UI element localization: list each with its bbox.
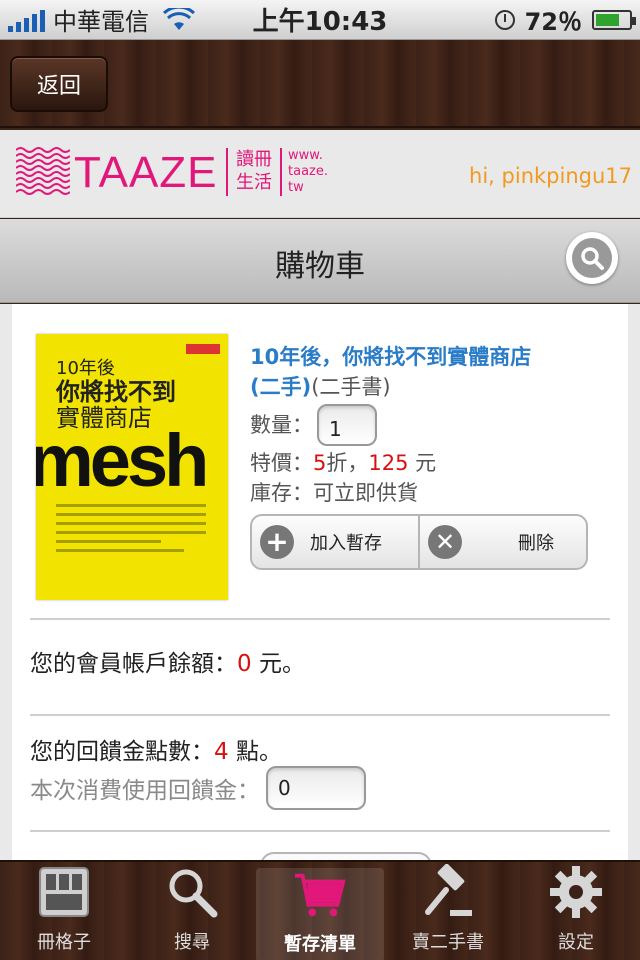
stock-label: 庫存： xyxy=(250,481,313,505)
tab-wishlist[interactable]: 暫存清單 xyxy=(256,868,384,960)
brand-header: TAAZE 讀冊 生活 www. taaze. tw hi, pinkpingu… xyxy=(0,130,640,218)
book-title-link[interactable]: 10年後，你將找不到實體商店 xyxy=(250,345,531,369)
price-label: 特價： xyxy=(250,451,313,475)
bonus-points: 您的回饋金點數：4 點。 xyxy=(30,739,282,765)
tab-sell-used-books[interactable]: 賣二手書 xyxy=(384,862,512,960)
taaze-logo-text: TAAZE xyxy=(74,148,218,197)
tab-settings[interactable]: 設定 xyxy=(512,862,640,960)
balance-value: 0 xyxy=(237,651,252,677)
bonus-use-label: 本次消費使用回饋金： xyxy=(30,778,260,804)
search-button[interactable] xyxy=(566,232,618,284)
partially-visible-button[interactable] xyxy=(260,852,432,860)
bonus-use-input[interactable]: 0 xyxy=(266,766,366,810)
price-value: 125 xyxy=(368,451,409,475)
stock-value: 可立即供貨 xyxy=(313,481,418,505)
title-bar: 購物車 xyxy=(0,219,640,303)
price-row: 特價：5折，125 元 xyxy=(250,448,610,478)
nav-bar: 返回 xyxy=(0,40,640,128)
book-title-block: 10年後，你將找不到實體商店 (二手)(二手書) xyxy=(250,342,610,402)
grid-icon xyxy=(39,867,89,917)
tab-grid[interactable]: 冊格子 xyxy=(0,862,128,960)
account-balance: 您的會員帳戶餘額：0 元。 xyxy=(30,651,305,677)
taaze-wave-logo-icon xyxy=(16,147,70,195)
status-bar: 中華電信 上午10:43 72％ xyxy=(0,0,640,40)
book-info: 10年後，你將找不到實體商店 (二手)(二手書) 數量： 1 特價：5折，125… xyxy=(250,342,610,508)
price-unit: 元 xyxy=(408,451,437,475)
book-condition-note: (二手書) xyxy=(311,375,391,399)
discount-value: 5 xyxy=(313,451,327,475)
battery-icon xyxy=(592,9,636,30)
divider xyxy=(30,618,610,620)
alarm-clock-icon xyxy=(494,9,515,30)
quantity-input[interactable]: 1 xyxy=(317,404,377,446)
back-button[interactable]: 返回 xyxy=(10,56,108,112)
logo-divider xyxy=(226,148,228,196)
delete-item-button[interactable]: ✕ 刪除 xyxy=(418,516,586,568)
user-greeting[interactable]: hi, pinkpingu17 xyxy=(469,164,632,188)
add-to-wishlist-button[interactable]: + 加入暫存 xyxy=(252,516,418,568)
bonus-use-row: 本次消費使用回饋金： 0 xyxy=(30,766,366,810)
magnifier-icon xyxy=(169,869,218,918)
tab-bar: 冊格子 搜尋 暫存清單 賣二手書 設定 xyxy=(0,860,640,960)
tab-search[interactable]: 搜尋 xyxy=(128,862,256,960)
logo-divider xyxy=(280,148,282,196)
divider xyxy=(30,714,610,716)
gavel-icon xyxy=(425,864,472,916)
logo-url: www. taaze. tw xyxy=(288,148,328,195)
content-area: 10年後 你將找不到 實體商店 mesh 10年後，你將找不到實體商店 (二手)… xyxy=(0,304,640,860)
logo-chinese-name: 讀冊 生活 xyxy=(236,149,272,193)
search-icon xyxy=(581,247,604,270)
divider xyxy=(30,830,610,832)
item-actions: + 加入暫存 ✕ 刪除 xyxy=(250,514,588,570)
stock-row: 庫存：可立即供貨 xyxy=(250,478,610,508)
cart-card: 10年後 你將找不到 實體商店 mesh 10年後，你將找不到實體商店 (二手)… xyxy=(12,304,628,860)
page-title: 購物車 xyxy=(275,249,365,284)
book-condition-link[interactable]: (二手) xyxy=(250,375,311,399)
quantity-label: 數量： xyxy=(250,413,313,437)
book-cover-image[interactable]: 10年後 你將找不到 實體商店 mesh xyxy=(36,334,228,600)
discount-unit: 折， xyxy=(326,451,369,475)
plus-circle-icon: + xyxy=(260,525,294,559)
gear-icon xyxy=(550,866,602,918)
bonus-value: 4 xyxy=(214,739,229,765)
quantity-row: 數量： 1 xyxy=(250,404,610,446)
battery-percent: 72％ xyxy=(524,8,582,36)
cart-icon xyxy=(294,873,346,917)
close-circle-icon: ✕ xyxy=(428,525,462,559)
